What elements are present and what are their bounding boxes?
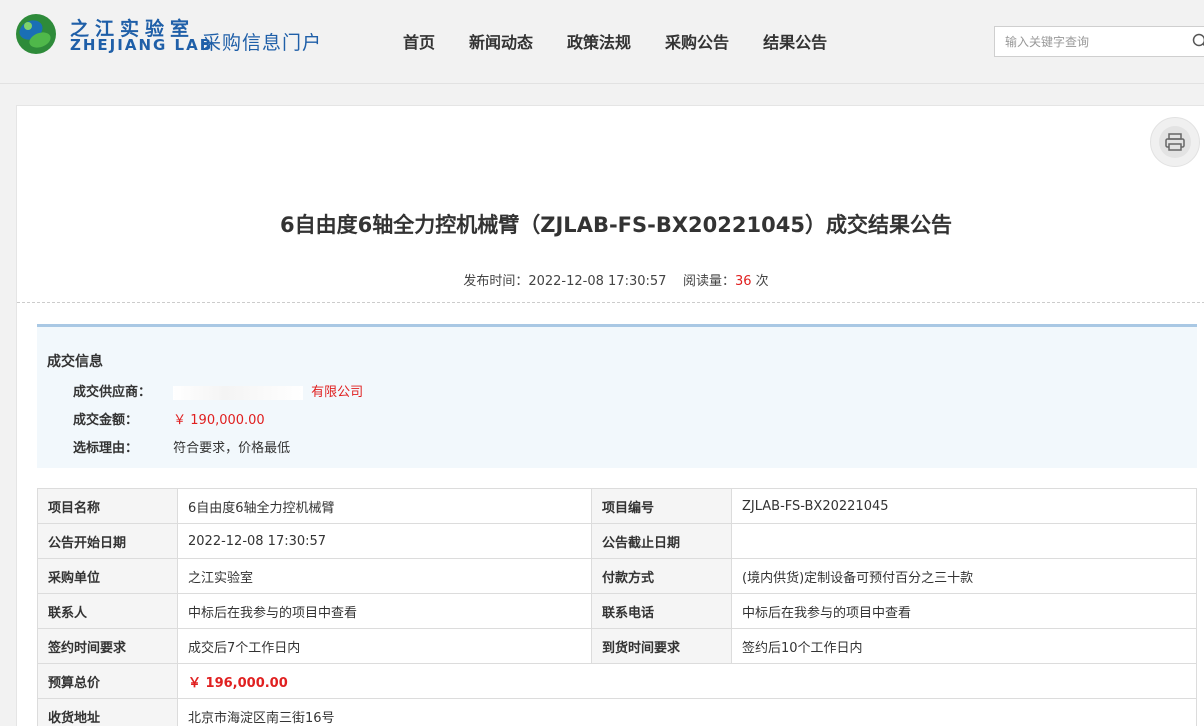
search-box [994,26,1204,57]
publish-time: 2022-12-08 17:30:57 [528,274,667,289]
table-key: 付款方式 [591,558,732,594]
deal-supplier-row: 成交供应商： 有限公司 [73,381,363,400]
table-key: 项目编号 [591,488,732,524]
table-value: 签约后10个工作日内 [731,628,1197,664]
table-value: (境内供货)定制设备可预付百分之三十款 [731,558,1197,594]
views-label: 阅读量： [682,274,735,289]
budget-value: ￥ 196,000.00 [177,663,1197,699]
portal-title: 采购信息门户 [202,32,323,54]
supplier-redacted [173,385,304,400]
table-key: 公告截止日期 [591,523,732,559]
deal-reason-row: 选标理由： 符合要求，价格最低 [73,437,290,456]
deal-heading: 成交信息 [47,354,103,370]
table-key: 公告开始日期 [37,523,178,559]
table-value: ZJLAB-FS-BX20221045 [731,488,1197,524]
zhejiang-lab-logo-icon[interactable] [14,12,58,56]
views-unit: 次 [755,274,769,289]
reason-value: 符合要求，价格最低 [173,441,291,456]
table-row-budget: 预算总价 ￥ 196,000.00 [37,663,1197,699]
table-value: 中标后在我参与的项目中查看 [177,593,592,629]
printer-icon [1165,133,1185,151]
table-row: 公告开始日期 2022-12-08 17:30:57 公告截止日期 [37,523,1197,559]
table-row: 签约时间要求 成交后7个工作日内 到货时间要求 签约后10个工作日内 [37,628,1197,664]
table-key: 签约时间要求 [37,628,178,664]
deal-info-panel: 成交信息 成交供应商： 有限公司 成交金额： ￥ 190,000.00 选标理由… [37,324,1197,468]
table-row: 采购单位 之江实验室 付款方式 (境内供货)定制设备可预付百分之三十款 [37,558,1197,594]
notice-title: 6自由度6轴全力控机械臂（ZJLAB-FS-BX20221045）成交结果公告 [280,213,952,237]
supplier-label: 成交供应商： [73,385,152,400]
search-icon[interactable] [1192,33,1204,49]
views-count: 36 [734,274,752,289]
print-button[interactable] [1150,117,1200,167]
search-input[interactable] [995,27,1175,56]
table-value [731,523,1197,559]
divider [17,302,1204,303]
notice-meta: 发布时间：2022-12-08 17:30:57 阅读量：36 次 [17,270,1204,289]
nav-result-notice[interactable]: 结果公告 [763,29,827,53]
project-info-table: 项目名称 6自由度6轴全力控机械臂 项目编号 ZJLAB-FS-BX202210… [37,488,1197,726]
nav-news[interactable]: 新闻动态 [469,29,533,53]
budget-label: 预算总价 [37,663,178,699]
supplier-value: 有限公司 [311,385,364,400]
notice-card: 6自由度6轴全力控机械臂（ZJLAB-FS-BX20221045）成交结果公告 … [16,105,1204,726]
table-key: 到货时间要求 [591,628,732,664]
logo-en-text: ZHEJIANG LAB [70,36,214,54]
table-value: 中标后在我参与的项目中查看 [731,593,1197,629]
publish-label: 发布时间： [463,274,529,289]
main-nav: 首页 新闻动态 政策法规 采购公告 结果公告 [403,29,861,53]
table-key: 联系电话 [591,593,732,629]
table-value: 2022-12-08 17:30:57 [177,523,592,559]
amount-label: 成交金额： [73,413,139,428]
table-row-address: 收货地址 北京市海淀区南三街16号 [37,698,1197,726]
table-row: 项目名称 6自由度6轴全力控机械臂 项目编号 ZJLAB-FS-BX202210… [37,488,1197,524]
amount-value: ￥ 190,000.00 [173,413,265,428]
table-key: 联系人 [37,593,178,629]
table-row: 联系人 中标后在我参与的项目中查看 联系电话 中标后在我参与的项目中查看 [37,593,1197,629]
address-label: 收货地址 [37,698,178,726]
table-key: 采购单位 [37,558,178,594]
nav-procurement-notice[interactable]: 采购公告 [665,29,729,53]
address-value: 北京市海淀区南三街16号 [177,698,1197,726]
table-value: 之江实验室 [177,558,592,594]
table-key: 项目名称 [37,488,178,524]
nav-policy[interactable]: 政策法规 [567,29,631,53]
nav-home[interactable]: 首页 [403,29,435,53]
table-value: 成交后7个工作日内 [177,628,592,664]
deal-amount-row: 成交金额： ￥ 190,000.00 [73,409,265,428]
site-header: 之江实验室 ZHEJIANG LAB 采购信息门户 首页 新闻动态 政策法规 采… [0,0,1204,84]
table-value: 6自由度6轴全力控机械臂 [177,488,592,524]
reason-label: 选标理由： [73,441,139,456]
